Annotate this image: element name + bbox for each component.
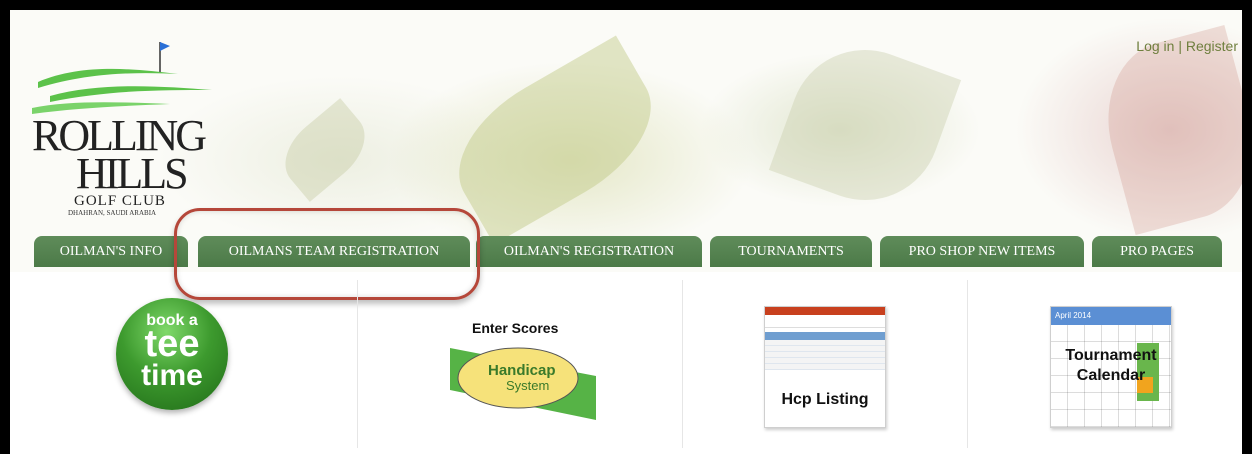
tournament-calendar-link[interactable]: April 2014 Tournament Calendar — [1030, 280, 1200, 448]
tab-oilmans-team-registration[interactable]: OILMANS TEAM REGISTRATION — [198, 236, 470, 267]
hcp-table-rows — [765, 340, 885, 370]
handicap-line1: Handicap — [488, 362, 556, 379]
tee-line2: tee — [144, 323, 200, 365]
handicap-system-link[interactable]: Enter Scores Handicap System — [410, 280, 650, 448]
browser-frame: ROLLING HILLS GOLF CLUB DHAHRAN, SAUDI A… — [0, 0, 1252, 454]
tab-oilmans-registration[interactable]: OILMAN'S REGISTRATION — [476, 236, 702, 267]
tee-line3: time — [141, 359, 203, 392]
calendar-line2: Calendar — [1076, 367, 1146, 384]
auth-separator: | — [1178, 38, 1182, 54]
panel-divider — [357, 280, 358, 448]
hcp-subheader — [765, 317, 885, 328]
book-tee-time-link[interactable]: book a tee time — [90, 280, 350, 448]
club-logo[interactable]: ROLLING HILLS GOLF CLUB DHAHRAN, SAUDI A… — [30, 38, 220, 228]
hcp-listing-link[interactable]: Hcp Listing — [750, 280, 900, 448]
tab-pro-shop-new-items[interactable]: PRO SHOP NEW ITEMS — [880, 236, 1084, 267]
decorative-leaf — [1089, 24, 1242, 236]
tab-pro-pages[interactable]: PRO PAGES — [1092, 236, 1222, 267]
enter-scores-label: Enter Scores — [472, 320, 559, 336]
hcp-listing-thumbnail: Hcp Listing — [764, 306, 886, 428]
tab-oilmans-info[interactable]: OILMAN'S INFO — [34, 236, 188, 267]
handicap-line2: System — [506, 378, 550, 393]
panel-divider — [967, 280, 968, 448]
panel-divider — [682, 280, 683, 448]
decorative-leaf — [434, 35, 676, 245]
decorative-leaf — [271, 98, 379, 202]
logo-location: DHAHRAN, SAUDI ARABIA — [68, 209, 157, 217]
hcp-table-header — [765, 332, 885, 340]
hcp-header-bar — [765, 307, 885, 315]
register-link[interactable]: Register — [1186, 38, 1238, 54]
quick-links: book a tee time Enter Scores Handicap Sy… — [10, 280, 1242, 454]
site-header: ROLLING HILLS GOLF CLUB DHAHRAN, SAUDI A… — [10, 10, 1242, 272]
calendar-thumbnail: April 2014 Tournament Calendar — [1050, 306, 1172, 428]
tee-time-ball-icon: book a tee time — [116, 298, 228, 410]
login-link[interactable]: Log in — [1136, 38, 1174, 54]
decorative-leaf — [768, 28, 962, 222]
logo-hills: HILLS — [76, 149, 189, 198]
calendar-line1: Tournament — [1065, 347, 1157, 364]
logo-golf-club: GOLF CLUB — [74, 193, 166, 209]
hcp-listing-label: Hcp Listing — [781, 391, 869, 408]
calendar-month: April 2014 — [1051, 307, 1171, 325]
tab-tournaments[interactable]: TOURNAMENTS — [710, 236, 872, 267]
auth-links: Log in | Register — [1136, 38, 1238, 54]
